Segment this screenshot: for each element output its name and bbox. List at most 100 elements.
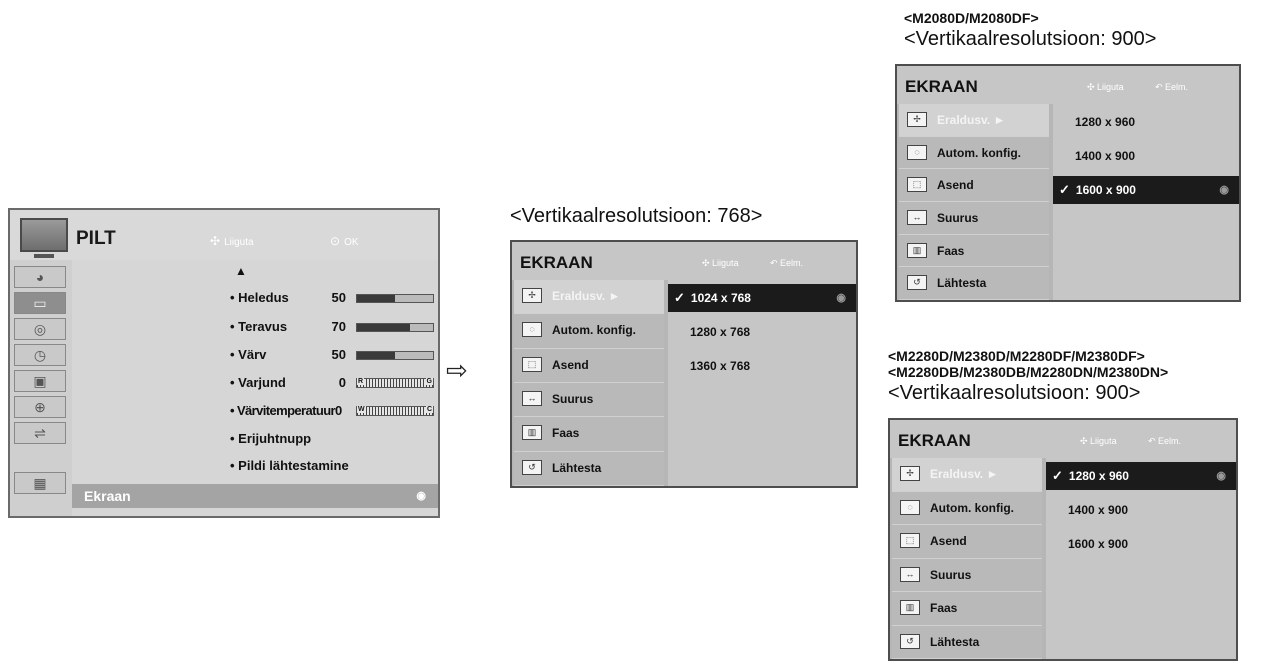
ok-hint-label: OK	[344, 237, 359, 248]
resolution-option-label: 1360 x 768	[690, 359, 751, 373]
submenu-item-label: Faas	[930, 601, 958, 615]
menu-item-varv[interactable]: • Värv	[230, 347, 266, 362]
submenu-item[interactable]: ⬚ Asend	[514, 348, 664, 383]
panel3-model-line-2: <M2280DB/M2380DB/M2280DN/M2380DN>	[888, 364, 1169, 380]
move-hint: ✣ Liiguta	[1087, 82, 1124, 93]
menu-item-ekraan[interactable]: Ekraan ◉	[72, 484, 438, 508]
move-hint-label: Liiguta	[712, 258, 739, 268]
move-hint-label: Liiguta	[1090, 436, 1117, 446]
submenu-item[interactable]: ✢ Eraldusv. ►	[899, 104, 1049, 137]
menu-item-heledus[interactable]: • Heledus	[230, 290, 289, 305]
menu-item-erijuhtnupp[interactable]: • Erijuhtnupp	[230, 431, 311, 446]
submenu-item[interactable]: ↺ Lähtesta	[514, 451, 664, 486]
lock-icon[interactable]: ⊕	[14, 396, 66, 418]
resolution-option-label: 1280 x 768	[690, 325, 751, 339]
back-hint-label: Eelm.	[1158, 436, 1182, 446]
submenu-item[interactable]: ◌ Autom. konfig.	[514, 314, 664, 349]
satellite-icon[interactable]: ◕	[14, 266, 66, 288]
submenu-item[interactable]: ↔ Suurus	[514, 383, 664, 418]
resolution-option[interactable]: ✓ 1024 x 768 ◉	[668, 284, 856, 312]
submenu-item-label: Asend	[930, 534, 967, 548]
back-hint: ↶ Eelm.	[770, 258, 803, 269]
teravus-value: 70	[331, 319, 346, 334]
submenu-item-label: Suurus	[552, 392, 594, 406]
panel3-caption: <Vertikaalresolutsioon: 900>	[888, 382, 1141, 404]
submenu-item-label: Eraldusv. ►	[930, 467, 999, 481]
media-icon[interactable]: ▦	[14, 472, 66, 494]
resolution-option[interactable]: 1400 x 900	[1046, 496, 1236, 524]
screen-panel-title: EKRAAN	[898, 431, 971, 450]
picture-menu-title: PILT	[76, 228, 116, 249]
picture-menu: PILT ✣ Liiguta ⊙ OK ◕ ▭ ◎ ◷ ▣ ⊕ ⇌ ▦ ▲ • He…	[8, 208, 440, 518]
submenu-item[interactable]: ◌ Autom. konfig.	[892, 491, 1042, 525]
resolution-option[interactable]: 1280 x 768	[668, 318, 856, 346]
teravus-bar-fill	[357, 324, 411, 331]
reset-icon: ↺	[900, 633, 920, 649]
ekraan-label: Ekraan	[84, 488, 131, 504]
submenu-item[interactable]: ▥ Faas	[514, 417, 664, 452]
submenu-item[interactable]: ↔ Suurus	[899, 202, 1049, 235]
option-icon[interactable]: ▣	[14, 370, 66, 392]
submenu-item-label: Eraldusv. ►	[552, 289, 621, 303]
menu-item-pildi-lahtestamine[interactable]: • Pildi lähtestamine	[230, 458, 349, 473]
submenu-item-label: Suurus	[930, 567, 972, 582]
phase-icon: ▥	[907, 242, 927, 258]
menu-item-varjund[interactable]: • Varjund	[230, 375, 286, 390]
submenu-item[interactable]: ✢ Eraldusv. ►	[514, 280, 664, 315]
resolution-option[interactable]: 1280 x 960	[1053, 108, 1239, 136]
submenu-item[interactable]: ▥ Faas	[892, 592, 1042, 626]
varjund-value: 0	[338, 375, 346, 390]
submenu-item[interactable]: ◌ Autom. konfig.	[899, 136, 1049, 170]
varjund-right-mark: G	[425, 378, 433, 385]
reset-icon: ↺	[522, 459, 542, 475]
submenu-item-label: Eraldusv. ►	[937, 113, 1006, 127]
resolution-option[interactable]: 1360 x 768	[668, 352, 856, 380]
heledus-bar[interactable]	[356, 294, 434, 303]
resolution-option[interactable]: 1400 x 900	[1053, 142, 1239, 170]
screen-panel-title: EKRAAN	[905, 77, 978, 96]
move-hint: ✣ Liiguta	[702, 258, 739, 269]
resolution-option[interactable]: ✓ 1280 x 960 ◉	[1046, 462, 1236, 490]
submenu-item[interactable]: ↔ Suurus	[892, 558, 1042, 592]
submenu-item[interactable]: ✢ Eraldusv. ►	[892, 458, 1042, 492]
submenu-item[interactable]: ▥ Faas	[899, 234, 1049, 268]
submenu-item-label: Asend	[552, 357, 589, 372]
scroll-up-icon[interactable]: ▲	[235, 264, 247, 278]
size-icon: ↔	[907, 210, 927, 225]
screen-panel-m2280: EKRAAN ✣ Liiguta ↶ Eelm. ✢ Eraldusv. ► ◌ Autom…	[888, 418, 1238, 661]
resolution-option[interactable]: ✓ 1600 x 900 ◉	[1053, 176, 1239, 204]
panel3-model-line-1: <M2280D/M2380D/M2280DF/M2380DF>	[888, 348, 1145, 364]
reset-icon: ↺	[907, 275, 927, 291]
screen-panel-768: EKRAAN ✣ Liiguta ↶ Eelm. ✢ Eraldusv. ► ◌ Autom…	[510, 240, 858, 488]
menu-item-teravus[interactable]: • Teravus	[230, 319, 287, 334]
resolution-option[interactable]: 1600 x 900	[1046, 530, 1236, 558]
resolution-option-label: 1600 x 900	[1068, 537, 1129, 551]
varv-bar[interactable]	[356, 351, 434, 360]
varv-value: 50	[331, 347, 346, 362]
time-icon[interactable]: ◷	[14, 344, 66, 366]
submenu-item[interactable]: ⬚ Asend	[899, 169, 1049, 202]
picture-menu-header: PILT ✣ Liiguta ⊙ OK	[10, 210, 438, 260]
teravus-bar[interactable]	[356, 323, 434, 332]
varvitemperatuur-bar[interactable]: W C	[356, 406, 434, 416]
varjund-bar[interactable]: R G	[356, 378, 434, 388]
resolution-option-label: 1400 x 900	[1068, 503, 1129, 517]
submenu-item[interactable]: ⬚ Asend	[892, 525, 1042, 559]
tv-icon	[20, 218, 68, 258]
move-hint-label: Liiguta	[224, 237, 254, 248]
audio-icon[interactable]: ◎	[14, 318, 66, 340]
ok-indicator-icon: ◉	[1216, 470, 1226, 482]
panel2-model-line: <M2080D/M2080DF>	[904, 10, 1039, 26]
submenu-item-label: Autom. konfig.	[937, 145, 1021, 160]
resolution-icon: ✢	[900, 466, 920, 481]
heledus-value: 50	[331, 290, 346, 305]
check-icon: ✓	[1059, 182, 1070, 197]
submenu-item[interactable]: ↺ Lähtesta	[892, 625, 1042, 659]
back-hint-label: Eelm.	[780, 258, 804, 268]
submenu-item[interactable]: ↺ Lähtesta	[899, 267, 1049, 300]
screen-panel-header: EKRAAN ✣ Liiguta ↶ Eelm.	[897, 66, 1239, 104]
menu-item-varvitemperatuur[interactable]: • Värvitemperatuur0	[230, 403, 342, 418]
move-hint: ✣ Liiguta	[210, 234, 254, 248]
input-icon[interactable]: ⇌	[14, 422, 66, 444]
picture-category-icon[interactable]: ▭	[14, 292, 66, 314]
